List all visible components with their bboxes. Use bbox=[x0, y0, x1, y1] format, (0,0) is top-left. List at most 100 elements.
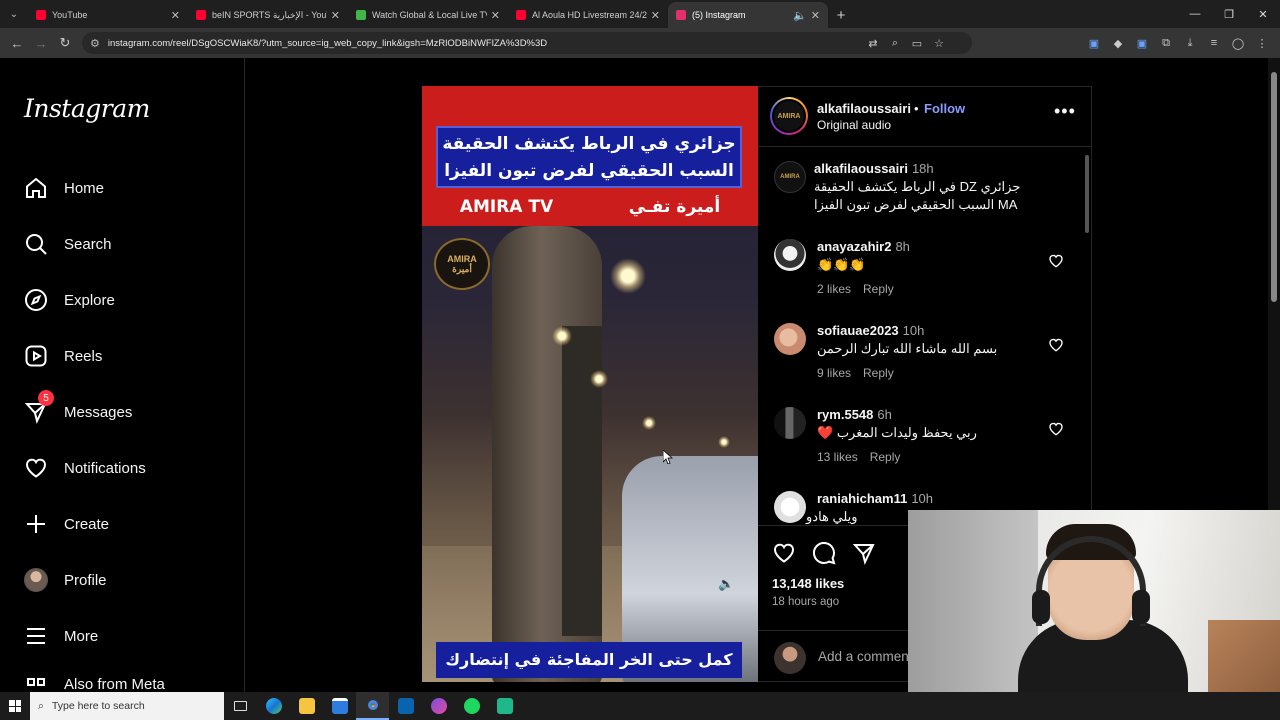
extensions-bar: ▣ ◆ ▣ ⧉ ⤓ ≡ ◯ ⋮ bbox=[1082, 37, 1274, 50]
extension-icon[interactable]: ▣ bbox=[1130, 37, 1154, 50]
avatar[interactable] bbox=[774, 323, 806, 355]
forward-button[interactable]: → bbox=[30, 32, 52, 54]
scrollbar-thumb[interactable] bbox=[1085, 155, 1089, 233]
spotify-icon[interactable] bbox=[455, 692, 488, 720]
comment-username[interactable]: rym.5548 bbox=[817, 407, 873, 422]
comment-bubble-icon[interactable] bbox=[812, 541, 836, 565]
comment-meta: 9 likes Reply bbox=[817, 366, 906, 380]
sidebar-item-more[interactable]: More bbox=[24, 620, 98, 652]
restore-button[interactable]: ❐ bbox=[1212, 0, 1246, 28]
reply-button[interactable]: Reply bbox=[863, 282, 894, 296]
store-icon[interactable] bbox=[323, 692, 356, 720]
comment-username[interactable]: raniahicham11 bbox=[817, 491, 907, 506]
comment-likes[interactable]: 2 likes bbox=[817, 282, 851, 296]
zoom-icon[interactable]: ⌕ bbox=[884, 37, 906, 50]
follow-button[interactable]: Follow bbox=[924, 101, 965, 116]
minimize-button[interactable]: — bbox=[1178, 0, 1212, 28]
edge-icon[interactable] bbox=[257, 692, 290, 720]
address-bar[interactable]: ⚙ instagram.com/reel/DSgOSCWiaK8/?utm_so… bbox=[82, 32, 972, 54]
video-channel-row: AMIRA TV أميرة تفـي bbox=[422, 192, 758, 222]
sidebar-item-home[interactable]: Home bbox=[24, 172, 104, 204]
list-item: rym.5548 6h ❤️ ربي يحفظ وليدات المغرب 13 … bbox=[774, 407, 1074, 473]
like-comment-heart-icon[interactable] bbox=[1048, 253, 1064, 269]
new-tab-button[interactable]: + bbox=[828, 2, 854, 28]
comment-likes[interactable]: 13 likes bbox=[817, 450, 858, 464]
app-icon[interactable] bbox=[422, 692, 455, 720]
close-tab-icon[interactable]: ✕ bbox=[331, 9, 340, 22]
chrome-menu-icon[interactable]: ⋮ bbox=[1250, 37, 1274, 50]
close-tab-icon[interactable]: ✕ bbox=[651, 9, 660, 22]
avatar[interactable] bbox=[774, 239, 806, 271]
scrollbar-thumb[interactable] bbox=[1271, 72, 1277, 302]
reply-button[interactable]: Reply bbox=[863, 366, 894, 380]
start-button[interactable] bbox=[0, 692, 30, 720]
comment-username[interactable]: alkafilaoussairi bbox=[814, 161, 908, 176]
app-icon[interactable] bbox=[488, 692, 521, 720]
task-view-icon[interactable] bbox=[224, 692, 257, 720]
reel-video[interactable]: جزائري في الرباط يكتشف الحقيقة السبب الح… bbox=[422, 86, 758, 682]
chrome-icon[interactable] bbox=[356, 692, 389, 720]
like-heart-icon[interactable] bbox=[772, 541, 796, 565]
close-tab-icon[interactable]: ✕ bbox=[171, 9, 180, 22]
sidebar-item-reels[interactable]: Reels bbox=[24, 340, 102, 372]
comments-list: AMIRA alkafilaoussairi 18h في الرباط يكتش… bbox=[758, 147, 1092, 525]
author-username[interactable]: alkafilaoussairi bbox=[817, 101, 911, 116]
sidebar-item-messages[interactable]: 5 Messages bbox=[24, 390, 132, 428]
close-tab-icon[interactable]: ✕ bbox=[811, 9, 820, 22]
like-comment-heart-icon[interactable] bbox=[1048, 337, 1064, 353]
download-icon[interactable]: ⤓ bbox=[1178, 37, 1202, 50]
extensions-puzzle-icon[interactable]: ⧉ bbox=[1154, 37, 1178, 50]
tab-bein-sports[interactable]: beIN SPORTS الإخبارية - YouTube ✕ bbox=[188, 2, 348, 28]
cast-icon[interactable]: ▭ bbox=[906, 37, 928, 50]
site-info-icon[interactable]: ⚙ bbox=[90, 37, 100, 50]
sidebar-item-search[interactable]: Search bbox=[24, 228, 112, 260]
tab-search-button[interactable]: ⌄ bbox=[0, 0, 28, 28]
sidebar-item-explore[interactable]: Explore bbox=[24, 284, 115, 316]
close-window-button[interactable]: ✕ bbox=[1246, 0, 1280, 28]
close-tab-icon[interactable]: ✕ bbox=[491, 9, 500, 22]
translate-icon[interactable]: ⇄ bbox=[862, 37, 884, 50]
window-controls: — ❐ ✕ bbox=[1178, 0, 1280, 28]
sidebar-item-also-from-meta[interactable]: Also from Meta bbox=[24, 676, 165, 692]
comment-username[interactable]: anayazahir2 bbox=[817, 239, 891, 254]
reading-list-icon[interactable]: ≡ bbox=[1202, 37, 1226, 50]
mute-toggle-icon[interactable]: 🔈 bbox=[718, 576, 734, 592]
sidebar-item-notifications[interactable]: Notifications bbox=[24, 452, 146, 484]
avatar[interactable] bbox=[774, 491, 806, 523]
speaker-icon[interactable]: 🔈 bbox=[793, 9, 807, 22]
extension-icon[interactable]: ◆ bbox=[1106, 37, 1130, 50]
reload-button[interactable]: ↻ bbox=[54, 32, 76, 54]
more-options-icon[interactable]: ••• bbox=[1054, 101, 1076, 122]
comment-author[interactable]: raniahicham11 10h bbox=[817, 491, 933, 506]
sidebar-item-create[interactable]: Create bbox=[24, 508, 109, 540]
avatar[interactable] bbox=[774, 407, 806, 439]
likes-count[interactable]: 13,148 likes bbox=[772, 576, 844, 591]
outlook-icon[interactable] bbox=[389, 692, 422, 720]
instagram-logo[interactable]: Instagram bbox=[24, 94, 150, 123]
tab-instagram[interactable]: (5) Instagram 🔈 ✕ bbox=[668, 2, 828, 28]
comment-author[interactable]: anayazahir2 8h bbox=[817, 239, 910, 254]
comment-author[interactable]: alkafilaoussairi 18h bbox=[814, 161, 934, 176]
comments-scrollbar[interactable] bbox=[1084, 147, 1090, 523]
taskbar-search-input[interactable]: ⌕ Type here to search bbox=[30, 692, 224, 720]
profile-icon[interactable]: ◯ bbox=[1226, 37, 1250, 50]
tab-youtube[interactable]: YouTube ✕ bbox=[28, 2, 188, 28]
like-comment-heart-icon[interactable] bbox=[1048, 421, 1064, 437]
back-button[interactable]: ← bbox=[6, 32, 28, 54]
tab-watch-global[interactable]: Watch Global & Local Live TV C ✕ bbox=[348, 2, 508, 28]
extension-icon[interactable]: ▣ bbox=[1082, 37, 1106, 50]
file-explorer-icon[interactable] bbox=[290, 692, 323, 720]
reply-button[interactable]: Reply bbox=[870, 450, 901, 464]
bookmark-star-icon[interactable]: ☆ bbox=[928, 37, 950, 50]
comment-author[interactable]: rym.5548 6h bbox=[817, 407, 892, 422]
tab-al-aoula[interactable]: Al Aoula HD Livestream 24/24 ✕ bbox=[508, 2, 668, 28]
comment-username[interactable]: sofiauae2023 bbox=[817, 323, 899, 338]
share-send-icon[interactable] bbox=[852, 541, 876, 565]
comment-author[interactable]: sofiauae2023 10h bbox=[817, 323, 924, 338]
video-scene bbox=[718, 436, 730, 448]
audio-link[interactable]: Original audio bbox=[817, 118, 891, 132]
author-avatar[interactable]: AMIRA bbox=[770, 97, 808, 135]
comment-likes[interactable]: 9 likes bbox=[817, 366, 851, 380]
avatar[interactable]: AMIRA bbox=[774, 161, 806, 193]
sidebar-item-profile[interactable]: Profile bbox=[24, 564, 107, 596]
